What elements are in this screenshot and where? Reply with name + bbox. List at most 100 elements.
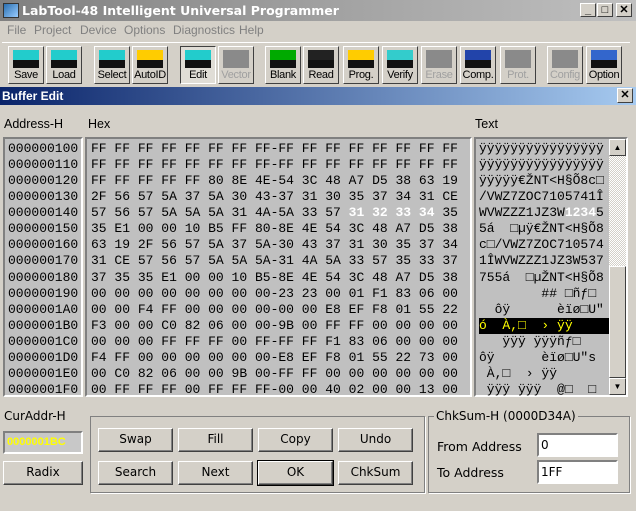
hex-byte[interactable]: 02 <box>349 382 365 397</box>
hex-byte[interactable]: A7 <box>395 270 411 285</box>
hex-byte[interactable]: FF <box>185 141 201 156</box>
hex-byte[interactable]: 35 <box>395 253 411 268</box>
hex-byte[interactable]: 57 <box>185 237 201 252</box>
text-row[interactable]: ÿÿÿÿÿ€ŽNT<H§Õ8c□ <box>479 173 626 189</box>
hex-byte[interactable]: 83 <box>395 286 411 301</box>
hex-byte[interactable]: A7 <box>349 173 365 188</box>
hex-byte[interactable]: FF <box>161 302 177 317</box>
hex-byte[interactable]: F3 <box>91 318 107 333</box>
hex-byte[interactable]: 00 <box>208 286 224 301</box>
hex-byte[interactable]: FF <box>255 141 271 156</box>
ok-button[interactable]: OK <box>257 460 334 486</box>
hex-byte[interactable]: FF <box>208 382 224 397</box>
toolbar-select-button[interactable]: Select <box>94 46 130 84</box>
hex-byte[interactable]: FF <box>442 141 458 156</box>
hex-byte[interactable]: 01 <box>349 286 365 301</box>
hex-byte[interactable]: FF <box>278 141 294 156</box>
hex-byte[interactable]: CE <box>442 189 458 204</box>
hex-byte[interactable]: 00 <box>349 366 365 381</box>
hex-byte[interactable]: FF <box>114 382 130 397</box>
hex-byte[interactable]: 5A <box>278 205 294 220</box>
hex-byte[interactable]: B5 <box>255 270 271 285</box>
text-row[interactable]: 755á □µŽNT<H§Õ8 <box>479 270 626 286</box>
toolbar-autoid-button[interactable]: AutoID <box>132 46 168 84</box>
toolbar-blank-button[interactable]: Blank <box>265 46 301 84</box>
hex-byte[interactable]: 4E <box>302 221 318 236</box>
toolbar-vector-button[interactable]: Vector <box>218 46 254 84</box>
hex-byte[interactable]: 00 <box>138 350 154 365</box>
hex-byte[interactable]: 00 <box>302 382 318 397</box>
hex-byte[interactable]: FF <box>372 157 388 172</box>
hex-byte[interactable]: 37 <box>91 270 107 285</box>
hex-byte[interactable]: 5A <box>185 205 201 220</box>
text-row[interactable]: ÿÿÿ ÿÿÿñƒ□ <box>479 334 626 350</box>
swap-button[interactable]: Swap <box>98 428 173 452</box>
hex-byte[interactable]: 5A <box>161 189 177 204</box>
hex-byte[interactable]: 06 <box>208 318 224 333</box>
hex-byte[interactable]: 3C <box>349 270 365 285</box>
hex-byte[interactable]: 40 <box>325 382 341 397</box>
text-row[interactable]: ó À,□ › ÿÿ <box>479 317 609 334</box>
hex-byte[interactable]: 32 <box>372 205 388 220</box>
hex-byte[interactable]: 00 <box>442 334 458 349</box>
hex-byte[interactable]: 00 <box>419 318 435 333</box>
hex-byte[interactable]: 00 <box>278 382 294 397</box>
hex-byte[interactable]: FF <box>91 173 107 188</box>
hex-byte[interactable]: 35 <box>442 205 458 220</box>
hex-byte[interactable]: 13 <box>419 382 435 397</box>
hex-byte[interactable]: 63 <box>91 237 107 252</box>
hex-byte[interactable]: F1 <box>372 286 388 301</box>
hex-byte[interactable]: D5 <box>419 270 435 285</box>
hex-byte[interactable]: 00 <box>302 302 318 317</box>
hex-byte[interactable]: 01 <box>395 302 411 317</box>
hex-byte[interactable]: 5A <box>232 253 248 268</box>
scroll-down-arrow-icon[interactable]: ▼ <box>609 378 626 395</box>
hex-byte[interactable]: 00 <box>255 366 271 381</box>
hex-byte[interactable]: 56 <box>114 189 130 204</box>
hex-byte[interactable]: 00 <box>232 302 248 317</box>
hex-byte[interactable]: 00 <box>325 366 341 381</box>
hex-byte[interactable]: FF <box>232 221 248 236</box>
hex-byte[interactable]: CE <box>114 253 130 268</box>
minimize-button[interactable]: _ <box>580 3 596 17</box>
toolbar-prot-button[interactable]: Prot. <box>500 46 536 84</box>
hex-byte[interactable]: 00 <box>208 366 224 381</box>
hex-byte[interactable]: 2F <box>91 189 107 204</box>
hex-byte[interactable]: 31 <box>349 205 365 220</box>
toolbar-config-button[interactable]: Config <box>547 46 583 84</box>
hex-byte[interactable]: 55 <box>419 302 435 317</box>
hex-byte[interactable]: 00 <box>91 302 107 317</box>
hex-byte[interactable]: 00 <box>161 350 177 365</box>
menu-options[interactable]: Options <box>124 23 165 37</box>
hex-byte[interactable]: 00 <box>442 382 458 397</box>
hex-byte[interactable]: C0 <box>114 366 130 381</box>
hex-byte[interactable]: EF <box>302 350 318 365</box>
hex-byte[interactable]: 57 <box>91 205 107 220</box>
hex-byte[interactable]: 8E <box>278 270 294 285</box>
hex-byte[interactable]: 37 <box>442 253 458 268</box>
hex-byte[interactable]: FF <box>208 157 224 172</box>
hex-byte[interactable]: 06 <box>419 286 435 301</box>
hex-byte[interactable]: FF <box>302 157 318 172</box>
toolbar-prog-button[interactable]: Prog. <box>343 46 379 84</box>
text-row[interactable]: À,□ › ÿÿ <box>479 366 626 382</box>
toolbar-edit-button[interactable]: Edit <box>180 46 216 84</box>
hex-byte[interactable]: 00 <box>255 302 271 317</box>
hex-byte[interactable]: FF <box>372 141 388 156</box>
hex-byte[interactable]: FF <box>161 141 177 156</box>
scrollbar-thumb[interactable] <box>609 266 626 378</box>
hex-byte[interactable]: 33 <box>395 205 411 220</box>
hex-byte[interactable]: 30 <box>372 237 388 252</box>
hex-byte[interactable]: 4E <box>255 173 271 188</box>
hex-byte[interactable]: F4 <box>138 302 154 317</box>
hex-byte[interactable]: A7 <box>395 221 411 236</box>
hex-byte[interactable]: 80 <box>208 173 224 188</box>
hex-byte[interactable]: 00 <box>442 318 458 333</box>
hex-byte[interactable]: 00 <box>161 221 177 236</box>
hex-byte[interactable]: 00 <box>91 334 107 349</box>
hex-byte[interactable]: FF <box>302 334 318 349</box>
hex-byte[interactable]: 00 <box>395 334 411 349</box>
hex-byte[interactable]: FF <box>185 334 201 349</box>
hex-byte[interactable]: FF <box>185 173 201 188</box>
hex-byte[interactable]: 56 <box>114 205 130 220</box>
